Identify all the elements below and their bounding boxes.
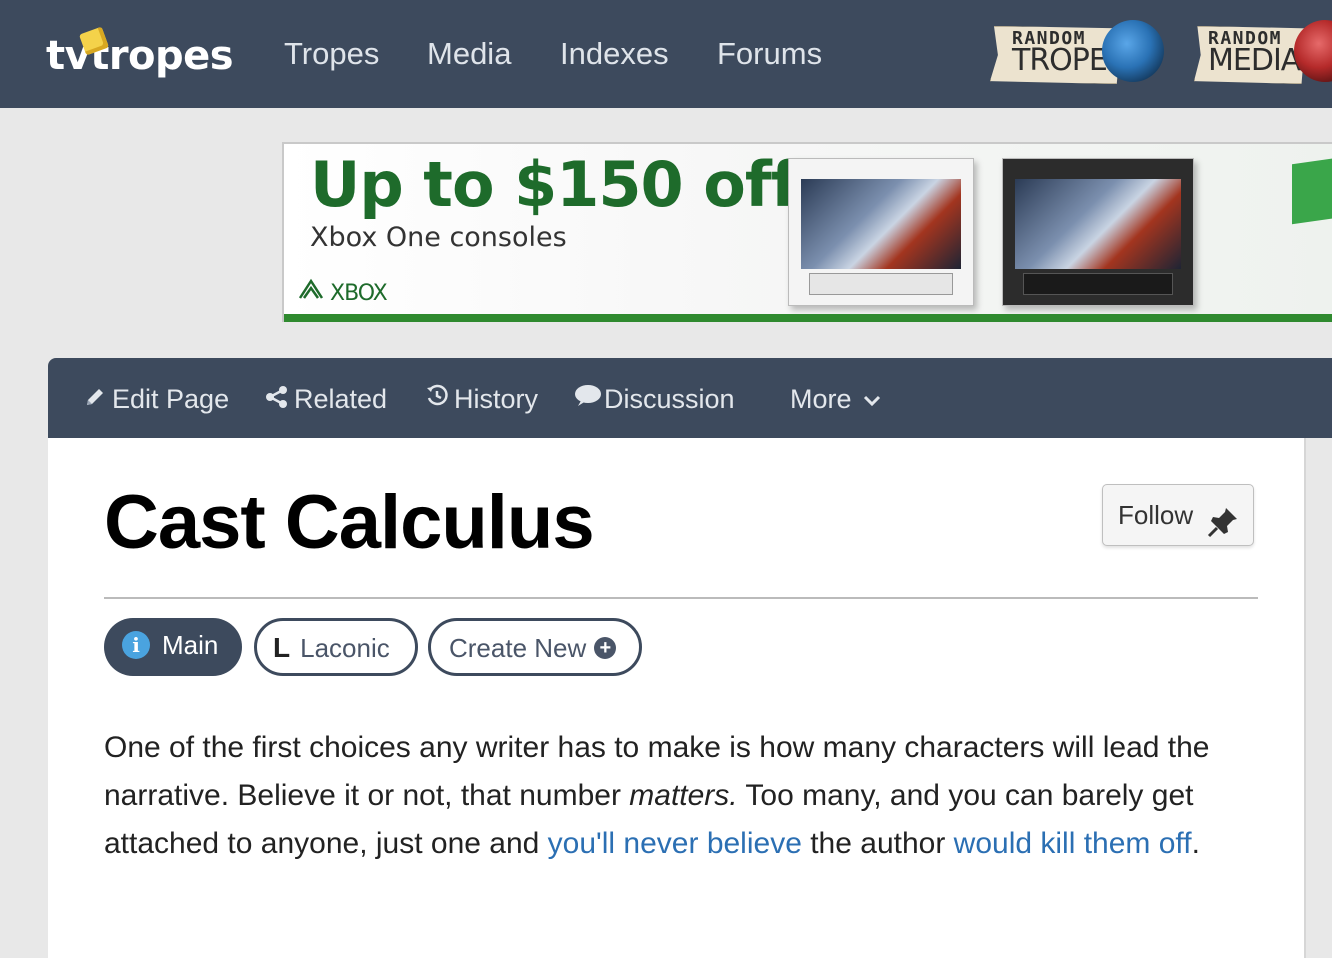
para-text-4: . [1191, 827, 1200, 860]
nav-indexes[interactable]: Indexes [560, 34, 669, 74]
nav-tropes[interactable]: Tropes [284, 34, 379, 74]
ad-headline: Up to $150 off [310, 148, 798, 221]
info-icon: i [122, 631, 150, 660]
history-button[interactable]: History [424, 382, 538, 416]
history-label: History [454, 384, 539, 414]
ad-accent-bar [284, 314, 1332, 322]
related-label: Related [294, 384, 388, 414]
xbox-one-s-box-image [788, 158, 974, 306]
intro-paragraph: One of the first choices any writer has … [104, 724, 1254, 868]
page-toolbar: Edit Page Related History Discussion Mor… [48, 358, 1332, 438]
pencil-icon [82, 382, 108, 416]
speech-bubble-icon [574, 382, 601, 416]
plus-circle-icon: + [594, 637, 617, 660]
related-button[interactable]: Related [264, 382, 387, 416]
edit-page-button[interactable]: Edit Page [82, 382, 229, 416]
link-youll-never-believe[interactable]: you'll never believe [548, 827, 802, 860]
ad-subline: Xbox One consoles [310, 222, 567, 253]
share-icon [264, 382, 290, 416]
follow-label: Follow [1118, 500, 1194, 530]
create-new-label: Create New [449, 633, 587, 663]
xbox-logo-icon [298, 278, 324, 306]
para-text-3: the author [801, 827, 954, 860]
chevron-down-icon [859, 382, 885, 416]
page-title: Cast Calculus [104, 480, 595, 565]
discussion-button[interactable]: Discussion [574, 382, 735, 416]
laconic-icon: L [273, 632, 291, 663]
link-would-kill-them-off[interactable]: would kill them off [954, 827, 1192, 860]
ad-banner[interactable]: Up to $150 off Xbox One consoles XBOX [282, 142, 1332, 322]
pushpin-icon [1207, 499, 1239, 559]
tab-laconic-label: Laconic [300, 633, 390, 663]
more-label: More [790, 384, 852, 414]
random-trope-button[interactable]: RANDOM TROPE [990, 20, 1170, 86]
para-emphasis: matters. [629, 779, 738, 812]
xbox-one-x-box-image [1002, 158, 1194, 306]
tab-main-label: Main [162, 630, 219, 660]
edit-page-label: Edit Page [112, 384, 230, 414]
more-dropdown[interactable]: More [790, 382, 889, 416]
logo-text: tvtropes [46, 33, 234, 79]
create-new-button[interactable]: Create New + [428, 618, 642, 676]
random-trope-bottom: TROPE [1012, 43, 1108, 78]
top-navbar: tvtropes Tropes Media Indexes Forums RAN… [0, 0, 1332, 108]
history-icon [424, 382, 450, 416]
nav-media[interactable]: Media [427, 34, 511, 74]
gift-box-image [1292, 155, 1332, 225]
nav-forums[interactable]: Forums [717, 34, 822, 74]
tab-main[interactable]: i Main [104, 618, 242, 676]
follow-button[interactable]: Follow [1102, 484, 1254, 546]
ad-brand: XBOX [298, 278, 388, 306]
random-media-button[interactable]: RANDOM MEDIA [1194, 20, 1332, 86]
site-logo[interactable]: tvtropes [46, 26, 234, 84]
random-media-bottom: MEDIA [1208, 43, 1301, 78]
tab-laconic[interactable]: L Laconic [254, 618, 418, 676]
ad-brand-text: XBOX [330, 281, 388, 306]
discussion-label: Discussion [604, 384, 735, 414]
blue-button-icon [1102, 20, 1164, 82]
article-card: Cast Calculus Follow i Main L Laconic Crea… [48, 438, 1306, 958]
title-divider [104, 597, 1258, 599]
